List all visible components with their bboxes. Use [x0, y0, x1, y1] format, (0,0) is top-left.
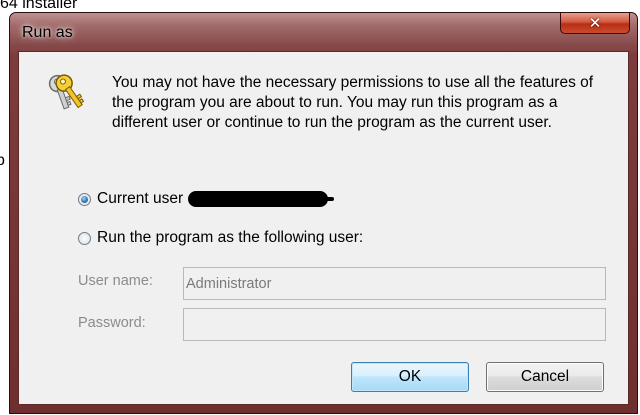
- cancel-button-label: Cancel: [520, 368, 570, 385]
- close-button[interactable]: ✕: [560, 13, 630, 34]
- current-user-option[interactable]: Current user: [78, 190, 335, 208]
- username-field[interactable]: [183, 267, 606, 300]
- redacted-username: [188, 191, 335, 207]
- current-user-label: Current user: [97, 190, 184, 207]
- close-icon: ✕: [588, 14, 602, 32]
- permission-message: You may not have the necessary permissio…: [112, 74, 594, 131]
- ok-button[interactable]: OK: [351, 362, 469, 392]
- run-as-dialog: Run as ✕ You may not have the necessary: [9, 12, 638, 414]
- other-user-option[interactable]: Run the program as the following user:: [78, 229, 363, 247]
- background-window-fragment: p: [0, 152, 5, 169]
- keys-icon: [48, 74, 85, 110]
- dialog-body: You may not have the necessary permissio…: [18, 51, 629, 405]
- title-bar[interactable]: [10, 13, 637, 53]
- other-user-radio[interactable]: [78, 231, 91, 245]
- other-user-label: Run the program as the following user:: [97, 229, 364, 246]
- password-label: Password:: [78, 315, 146, 331]
- cancel-button[interactable]: Cancel: [486, 362, 604, 392]
- ok-button-label: OK: [398, 368, 422, 385]
- username-label: User name:: [78, 273, 153, 289]
- current-user-radio[interactable]: [78, 192, 91, 206]
- window-title: Run as: [22, 24, 73, 41]
- password-field[interactable]: [183, 308, 606, 341]
